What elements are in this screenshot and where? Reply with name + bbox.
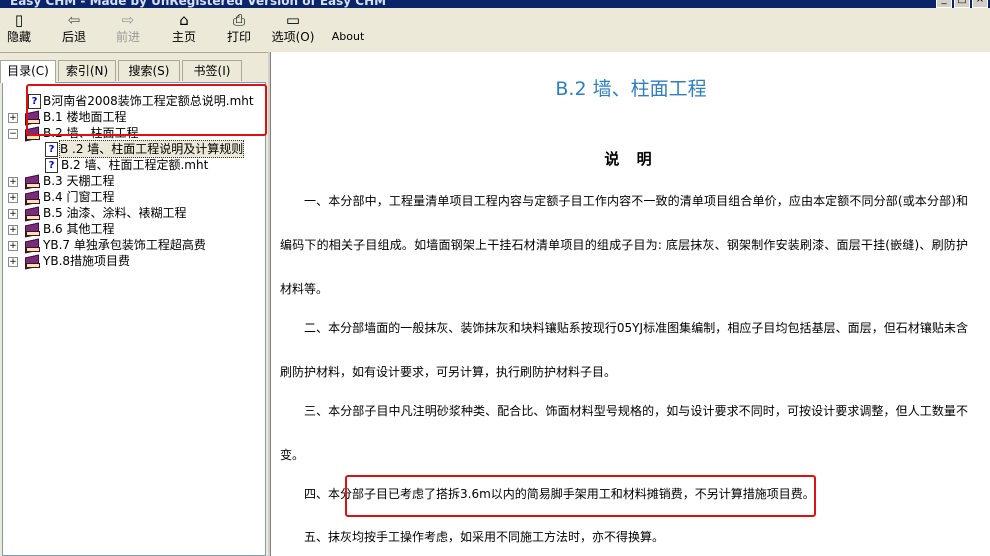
contents-tree: ? B河南省2008装饰工程定额总说明.mht + B.1 楼地面工程 − B.… xyxy=(2,82,266,556)
tab-bookmarks[interactable]: 书签(I) xyxy=(182,60,242,81)
home-label: 主页 xyxy=(171,30,196,44)
expand-icon[interactable]: + xyxy=(8,225,18,235)
tree-item-selected[interactable]: B .2 墙、柱面工程说明及计算规则 xyxy=(59,140,245,158)
forward-label: 前进 xyxy=(115,30,140,44)
about-label: About xyxy=(331,30,365,43)
toolbar: ▯ 隐藏 ⇦ 后退 ⇨ 前进 ⌂ 主页 ⎙ 打印 ▭ 选项(O) About xyxy=(0,8,990,53)
book-icon xyxy=(24,190,40,206)
hide-button[interactable]: ▯ 隐藏 xyxy=(4,10,34,50)
tree-item[interactable]: B.3 天棚工程 xyxy=(43,173,115,189)
book-icon xyxy=(24,238,40,254)
tab-index[interactable]: 索引(N) xyxy=(58,60,116,81)
expand-icon[interactable]: + xyxy=(8,241,18,251)
highlight-box-tree xyxy=(26,84,267,136)
back-arrow-icon: ⇦ xyxy=(67,11,81,29)
home-button[interactable]: ⌂ 主页 xyxy=(168,10,200,50)
forward-button[interactable]: ⇨ 前进 xyxy=(112,10,144,50)
highlight-box-paragraph xyxy=(345,475,816,517)
section-heading: 说 明 xyxy=(604,150,658,168)
window-title-bar: Easy CHM - Made by UnRegistered Version … xyxy=(0,0,990,8)
help-page-icon: ? xyxy=(45,158,58,173)
tree-item[interactable]: B.6 其他工程 xyxy=(43,221,115,237)
tree-item[interactable]: B.2 墙、柱面工程定额.mht xyxy=(61,157,208,173)
help-page-icon: ? xyxy=(45,142,58,157)
book-icon xyxy=(24,222,40,238)
tab-contents[interactable]: 目录(C) xyxy=(0,60,56,83)
tree-item[interactable]: B.4 门窗工程 xyxy=(43,189,115,205)
tree-item[interactable]: B.5 油漆、涂料、裱糊工程 xyxy=(43,205,187,221)
forward-arrow-icon: ⇨ xyxy=(121,11,135,29)
options-button[interactable]: ▭ 选项(O) xyxy=(270,10,316,50)
back-label: 后退 xyxy=(61,30,86,44)
back-button[interactable]: ⇦ 后退 xyxy=(58,10,90,50)
tree-item[interactable]: YB.8措施项目费 xyxy=(43,253,130,269)
home-icon: ⌂ xyxy=(179,11,189,29)
hide-pane-icon: ▯ xyxy=(14,11,24,29)
hide-label: 隐藏 xyxy=(6,30,31,44)
book-icon xyxy=(24,206,40,222)
print-button[interactable]: ⎙ 打印 xyxy=(224,10,254,50)
page-title: B.2 墙、柱面工程 xyxy=(555,78,707,100)
tab-search[interactable]: 搜索(S) xyxy=(118,60,180,81)
tree-item[interactable]: YB.7 单独承包装饰工程超高费 xyxy=(43,237,206,253)
close-button[interactable]: × xyxy=(972,0,988,8)
paragraph-1: 一、本分部中，工程量清单项目工程内容与定额子目工作内容不一致的清单项目组合单价，… xyxy=(280,194,968,296)
window-title: Easy CHM - Made by UnRegistered Version … xyxy=(10,0,387,8)
paragraph-2: 二、本分部墙面的一般抹灰、装饰抹灰和块料镶贴系按现行05YJ标准图集编制，相应子… xyxy=(280,321,968,379)
expand-icon[interactable]: + xyxy=(8,257,18,267)
about-button[interactable]: About xyxy=(330,10,366,50)
about-icon xyxy=(330,10,366,30)
nav-tabs: 目录(C) 索引(N) 搜索(S) 书签(I) xyxy=(0,60,268,83)
collapse-icon[interactable]: − xyxy=(8,129,18,139)
maximize-button[interactable]: □ xyxy=(954,0,970,8)
printer-icon: ⎙ xyxy=(232,11,245,29)
options-icon: ▭ xyxy=(285,11,301,29)
paragraph-3: 三、本分部子目中凡注明砂浆种类、配合比、饰面材料型号规格的，如与设计要求不同时，… xyxy=(280,404,968,462)
print-label: 打印 xyxy=(226,30,251,44)
options-label: 选项(O) xyxy=(271,30,315,44)
book-icon xyxy=(24,254,40,270)
window-controls: _ □ × xyxy=(936,0,988,8)
book-icon xyxy=(24,174,40,190)
paragraph-5: 五、抹灰均按手工操作考虑，如采用不同施工方法时，亦不得换算。 xyxy=(304,530,665,544)
expand-icon[interactable]: + xyxy=(8,113,18,123)
minimize-button[interactable]: _ xyxy=(936,0,952,8)
expand-icon[interactable]: + xyxy=(8,193,18,203)
expand-icon[interactable]: + xyxy=(8,209,18,219)
expand-icon[interactable]: + xyxy=(8,177,18,187)
